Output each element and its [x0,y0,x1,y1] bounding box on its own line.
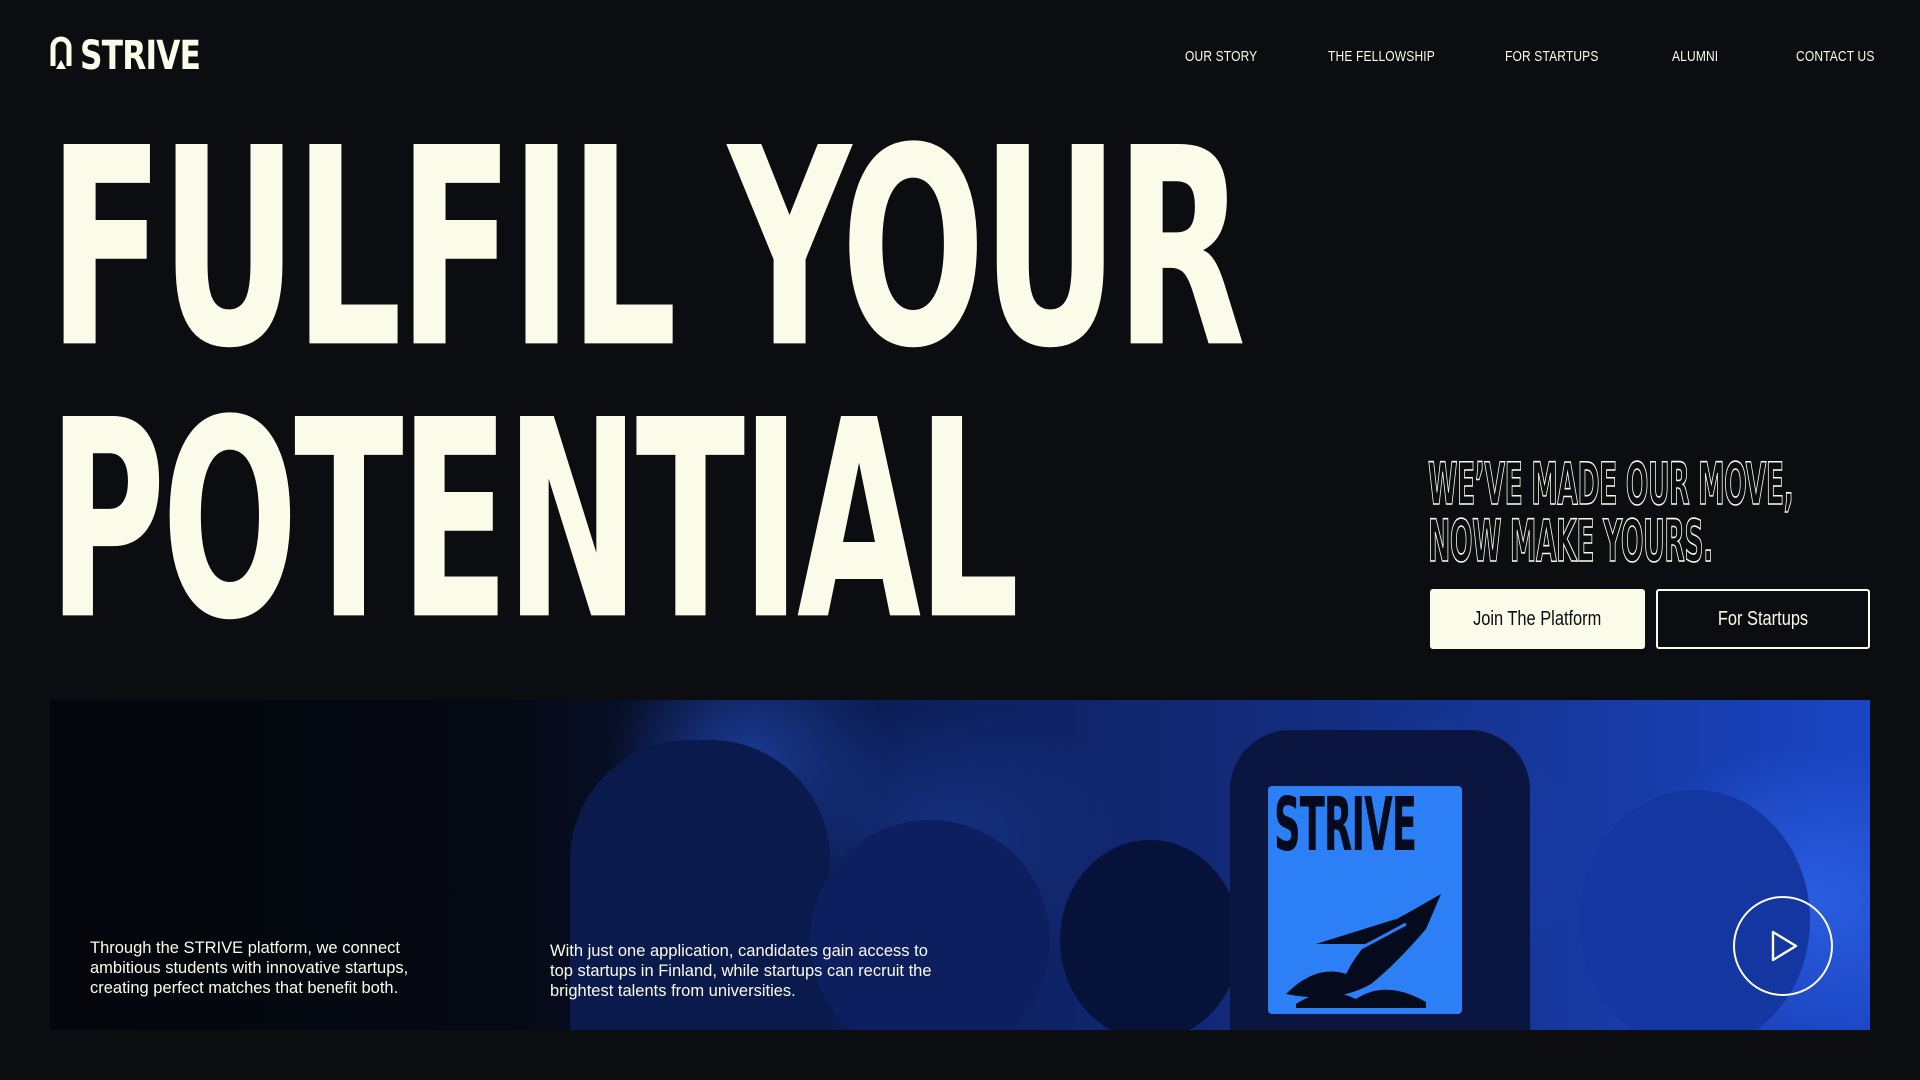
play-icon [1771,930,1798,962]
tshirt-print-text: STRIVE [1274,786,1417,868]
hero-headline-line-2: POTENTIAL [48,361,1019,680]
rocket-illustration-icon [1286,894,1441,1008]
logo-mark-icon [50,36,72,69]
hero-headline-line-1: FULFIL YOUR [48,89,1246,408]
nav-our-story[interactable]: OUR STORY [1185,48,1257,65]
join-platform-label: Join The Platform [1473,607,1602,630]
hero-tagline-line-2: NOW MAKE YOURS. [1428,507,1714,575]
video-banner[interactable]: STRIVE Through the STRIVE platform, we c… [50,700,1870,1030]
tshirt-print: STRIVE [1268,786,1462,1014]
logo-text: STRIVE [80,33,201,79]
for-startups-label: For Startups [1717,607,1809,630]
hero-tagline: WE’VE MADE OUR MOVE, NOW MAKE YOURS. [1428,450,1902,575]
crowd-figure [1060,840,1240,1030]
nav-contact-us[interactable]: CONTACT US [1796,48,1875,65]
main-nav: OUR STORY THE FELLOWSHIP FOR STARTUPS AL… [1150,48,1874,68]
nav-alumni[interactable]: ALUMNI [1672,48,1718,65]
banner-description-2: With just one application, candidates ga… [550,942,932,1000]
join-platform-button[interactable]: Join The Platform [1430,589,1645,649]
hero-tagline-line-1: WE’VE MADE OUR MOVE, [1428,450,1795,518]
for-startups-button[interactable]: For Startups [1656,589,1870,649]
strive-logo[interactable]: STRIVE [50,36,234,76]
nav-for-startups[interactable]: FOR STARTUPS [1505,48,1598,65]
nav-the-fellowship[interactable]: THE FELLOWSHIP [1328,48,1435,65]
banner-description-1: Through the STRIVE platform, we connect … [90,939,409,997]
play-video-button[interactable] [1733,896,1833,996]
